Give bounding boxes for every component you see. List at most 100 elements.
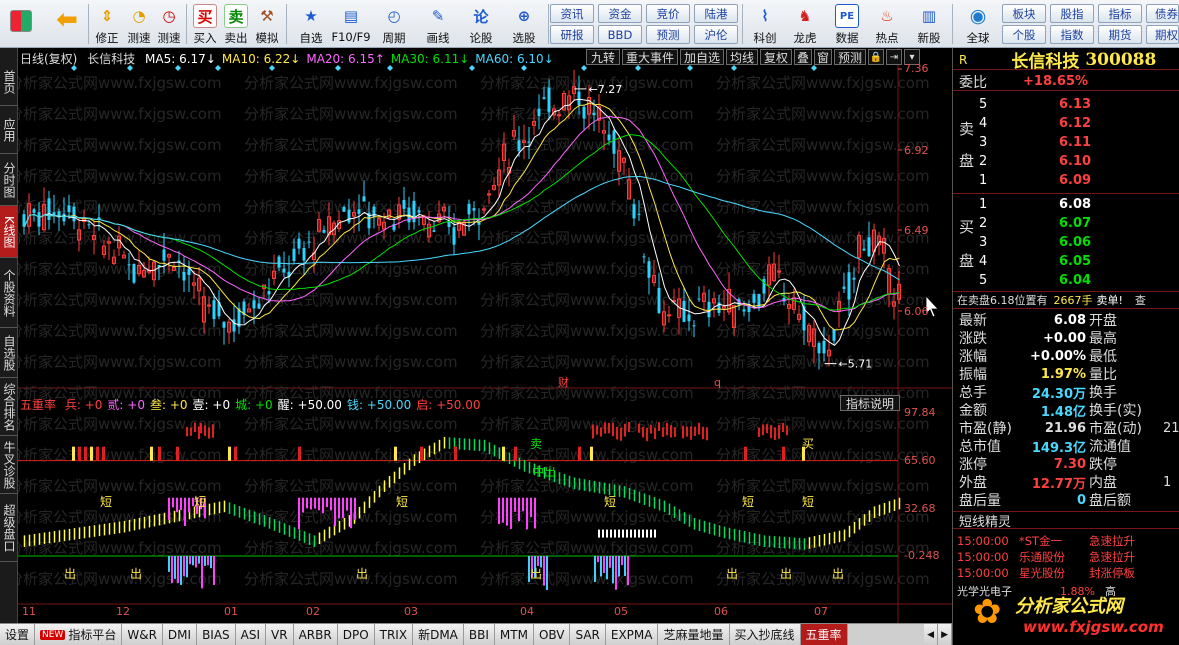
left-nav-item-4[interactable]: 个股资料	[0, 258, 18, 328]
sector-button[interactable]: 板块	[1002, 4, 1046, 23]
candle-body-down	[302, 248, 306, 261]
chip-5[interactable]: 叠	[794, 49, 812, 65]
chip-6[interactable]: 窗	[814, 49, 832, 65]
indicator-tab-7[interactable]: ARBR	[293, 624, 338, 645]
watermark-text: 分析家公式网www.fxjgsw.com	[716, 539, 930, 557]
global-button[interactable]: ◉ 全球	[956, 2, 1000, 46]
chip-2[interactable]: 加自选	[680, 49, 724, 65]
chip-4[interactable]: 复权	[760, 49, 792, 65]
buy-level-row[interactable]: 5 6.04	[953, 271, 1179, 289]
simulate-button[interactable]: ⚒ 模拟	[252, 2, 282, 46]
indicator-tab-12[interactable]: MTM	[494, 624, 534, 645]
left-nav-item-8[interactable]: 超级盘口	[0, 494, 18, 562]
sprite-row[interactable]: 15:00:00 星光股份 封涨停板	[953, 564, 1179, 582]
large-order-notice[interactable]: 在卖盘6.18位置有 2667手 卖单! 查	[953, 291, 1179, 309]
indicator-tab-9[interactable]: TRIX	[374, 624, 414, 645]
stock-button[interactable]: 个股	[1002, 25, 1046, 44]
buy-level-row[interactable]: 4 6.05	[953, 252, 1179, 270]
stock-screen-button[interactable]: ⊕ 选股	[504, 2, 544, 46]
left-nav-item-7[interactable]: 牛叉诊股	[0, 436, 18, 494]
indicator-tab-17[interactable]: 买入抄底线	[729, 624, 801, 645]
draw-line-button[interactable]: ✎ 画线	[418, 2, 458, 46]
indicator-tab-1[interactable]: NEW 指标平台	[35, 624, 123, 645]
data-button[interactable]: PE 数据	[828, 2, 866, 46]
kline-chart[interactable]: 分析家公式网www.fxjgsw.com 分析家公式网www.fxjgsw.com…	[18, 48, 952, 623]
research-button[interactable]: 研报	[550, 25, 594, 44]
chip-7[interactable]: 预测	[834, 49, 866, 65]
indicator-tab-10[interactable]: 新DMA	[413, 624, 464, 645]
candle-body-down	[517, 140, 521, 151]
sell-level-row[interactable]: 5 6.13	[953, 95, 1179, 113]
lock-icon[interactable]: 🔒	[868, 49, 884, 65]
indicator-tab-label: ASI	[240, 627, 261, 642]
hot-button[interactable]: ♨ 热点	[868, 2, 906, 46]
left-nav-item-6[interactable]: 综合排名	[0, 378, 18, 436]
scroll-right-icon[interactable]: ▶	[938, 624, 952, 645]
fix-button[interactable]: ⇕ 修正	[92, 2, 122, 46]
shanghai-london-button[interactable]: 沪伦	[694, 25, 738, 44]
chip-1[interactable]: 重大事件	[622, 49, 678, 65]
left-nav-item-2[interactable]: 分时图	[0, 154, 18, 206]
sell-level-row[interactable]: 3 6.11	[953, 133, 1179, 151]
buy-level-row[interactable]: 1 6.08	[953, 195, 1179, 213]
dragon-tiger-button[interactable]: ♞ 龙虎	[786, 2, 824, 46]
arrow-right-icon[interactable]: ⇥	[886, 49, 902, 65]
bbd-button[interactable]: BBD	[598, 25, 642, 44]
indicator-tab-18[interactable]: 五重率	[800, 624, 848, 645]
sell-level-row[interactable]: 4 6.12	[953, 114, 1179, 132]
sell-level-row[interactable]: 1 6.09	[953, 171, 1179, 189]
indicator-tab-13[interactable]: OBV	[533, 624, 571, 645]
buy-button[interactable]: 买 买入	[190, 2, 220, 46]
left-nav-item-0[interactable]: 首页	[0, 58, 18, 106]
news-button[interactable]: 资讯	[550, 4, 594, 23]
indicator-tab-4[interactable]: BIAS	[197, 624, 236, 645]
chip-3[interactable]: 均线	[726, 49, 758, 65]
indicator-tab-8[interactable]: DPO	[337, 624, 375, 645]
hk-connect-button[interactable]: 陆港	[694, 4, 738, 23]
buy-level-row[interactable]: 2 6.07	[953, 214, 1179, 232]
sell-level-row[interactable]: 2 6.10	[953, 152, 1179, 170]
chip-0[interactable]: 九转	[586, 49, 620, 65]
indicator-tab-11[interactable]: BBI	[463, 624, 495, 645]
grid-menu-button[interactable]	[4, 2, 38, 46]
indicator-tab-16[interactable]: 芝麻量地量	[658, 624, 730, 645]
funds-button[interactable]: 资金	[598, 4, 642, 23]
indicator-bar-white	[610, 529, 612, 538]
indicator-tab-6[interactable]: VR	[266, 624, 294, 645]
options-button[interactable]: 期权	[1146, 25, 1179, 44]
watchlist-button[interactable]: ★ 自选	[292, 2, 330, 46]
left-nav-item-5[interactable]: 自选股	[0, 328, 18, 378]
up-down-arrow-icon: ⇕	[100, 7, 114, 25]
left-nav-item-3[interactable]: K线图	[0, 206, 18, 258]
indicator-spike-red	[600, 427, 602, 437]
indicator-tab-2[interactable]: W&R	[122, 624, 163, 645]
bond-button[interactable]: 债券	[1146, 4, 1179, 23]
indicator-tab-3[interactable]: DMI	[162, 624, 198, 645]
discuss-button[interactable]: 论 论股	[462, 2, 500, 46]
indicator-help-button[interactable]: 指标说明	[840, 395, 900, 411]
new-stock-button[interactable]: ▥ 新股	[910, 2, 948, 46]
index-button[interactable]: 指数	[1050, 25, 1094, 44]
scroll-left-icon[interactable]: ◀	[924, 624, 939, 645]
period-button[interactable]: ◴ 周期	[374, 2, 414, 46]
out-signal-label: 出	[726, 567, 738, 581]
buy-level-row[interactable]: 3 6.06	[953, 233, 1179, 251]
forecast-button[interactable]: 预测	[646, 25, 690, 44]
indicator-tab-5[interactable]: ASI	[235, 624, 267, 645]
short-term-sprite-header[interactable]: 短线精灵	[953, 511, 1179, 530]
auction-button[interactable]: 竞价	[646, 4, 690, 23]
indicator-tab-15[interactable]: EXPMA	[605, 624, 659, 645]
back-button[interactable]: ⬅	[50, 2, 84, 46]
speed-test-2-button[interactable]: ◷ 测速	[154, 2, 184, 46]
sell-button[interactable]: 卖 卖出	[221, 2, 251, 46]
kline-chart-area[interactable]: 分析家公式网www.fxjgsw.com 分析家公式网www.fxjgsw.com…	[18, 48, 952, 623]
left-nav-item-1[interactable]: 应用	[0, 106, 18, 154]
indicator-tab-0[interactable]: 设置	[0, 624, 36, 645]
f10-button[interactable]: ▤ F10/F9	[330, 2, 372, 46]
index-futures-button[interactable]: 股指	[1050, 4, 1094, 23]
indicator-button[interactable]: 指标	[1098, 4, 1142, 23]
star-market-button[interactable]: ⌇ 科创	[746, 2, 784, 46]
speed-test-button[interactable]: ◔ 测速	[124, 2, 154, 46]
indicator-tab-14[interactable]: SAR	[570, 624, 606, 645]
futures-button[interactable]: 期货	[1098, 25, 1142, 44]
